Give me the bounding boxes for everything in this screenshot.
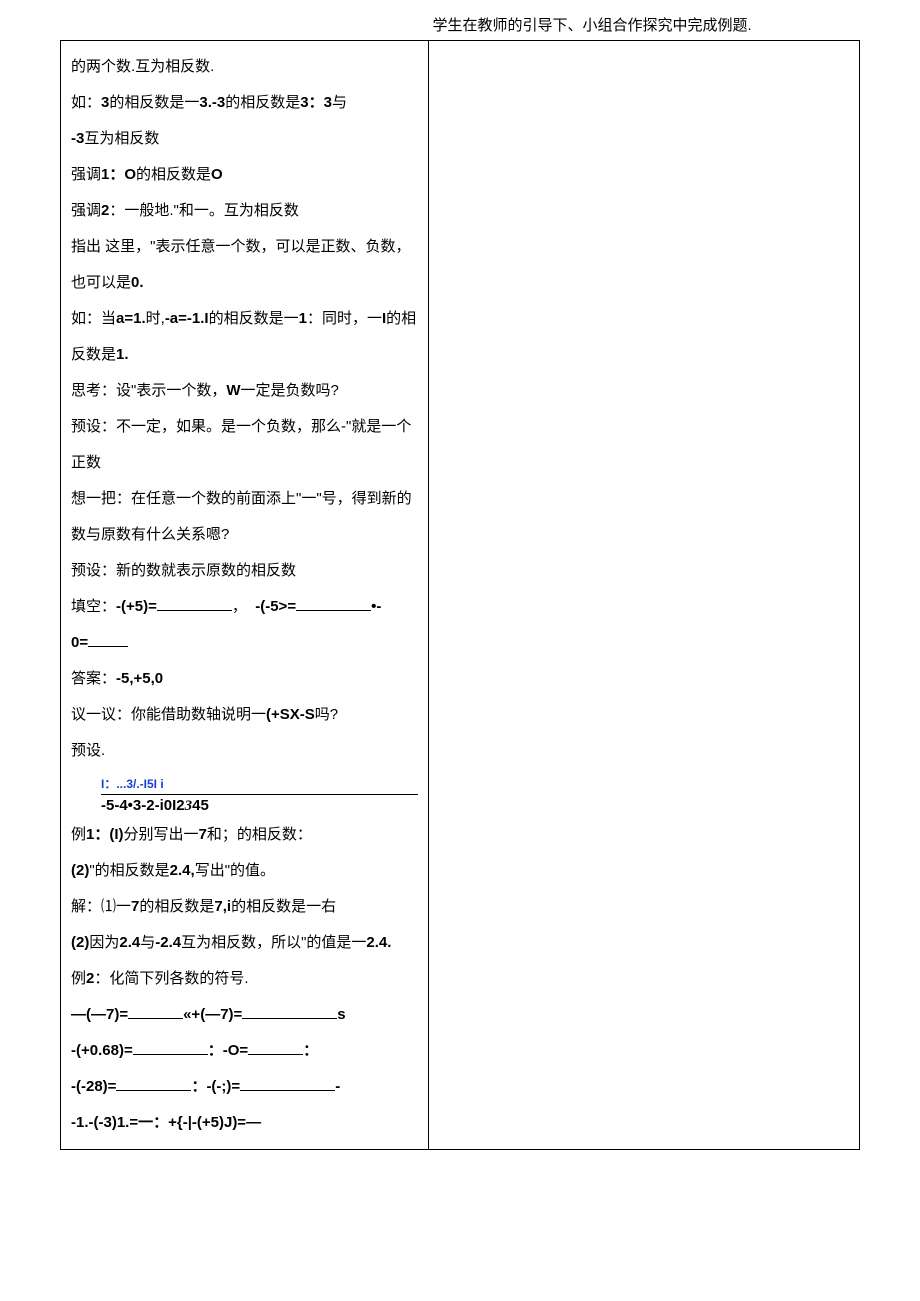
teacher-note: 学生在教师的引导下、小组合作探究中完成例题. <box>433 14 855 35</box>
text-line: -(-28)=：-(-;)=- <box>71 1069 418 1105</box>
fill-blank <box>116 1076 191 1091</box>
text-line: -3互为相反数 <box>71 121 418 157</box>
text-line: 指出 这里，"表示任意一个数，可以是正数、负数，也可以是0. <box>71 229 418 301</box>
text-line: 如：当a=1.时,-a=-1.I的相反数是一1：同时，一I的相反数是1. <box>71 301 418 373</box>
fill-blank <box>242 1004 337 1019</box>
text-line: 0= <box>71 625 418 661</box>
text-line: -1.-(-3)1.=一：+{-|-(+5)J)=— <box>71 1105 418 1141</box>
text-line: -(+0.68)=：-O=： <box>71 1033 418 1069</box>
numline-marks: I：...3/.-I5I i <box>101 775 418 795</box>
fill-blank <box>88 632 128 647</box>
text-line: (2)"的相反数是2.4,写出"的值。 <box>71 853 418 889</box>
fill-blank <box>128 1004 183 1019</box>
text-line: 强调2：一般地."和一。互为相反数 <box>71 193 418 229</box>
text-line: 填空：-(+5)=， -(-5>=•- <box>71 589 418 625</box>
text-line: 的两个数.互为相反数. <box>71 49 418 85</box>
left-cell: 的两个数.互为相反数. 如：3的相反数是一3.-3的相反数是3：3与 -3互为相… <box>61 41 429 1150</box>
text-line: —(—7)=«+(—7)=s <box>71 997 418 1033</box>
text-line: 议一议：你能借助数轴说明一(+SX-S吗? <box>71 697 418 733</box>
text-line: 如：3的相反数是一3.-3的相反数是3：3与 <box>71 85 418 121</box>
right-cell: 学生在教师的引导下、小组合作探究中完成例题. <box>428 41 859 1150</box>
text-line: 预设：新的数就表示原数的相反数 <box>71 553 418 589</box>
text-line: 预设. <box>71 733 418 769</box>
text-line: 解：⑴一7的相反数是7,i的相反数是一右 <box>71 889 418 925</box>
lesson-table: 的两个数.互为相反数. 如：3的相反数是一3.-3的相反数是3：3与 -3互为相… <box>60 40 860 1150</box>
number-line: I：...3/.-I5I i -5-4•3-2-i0I2345 <box>71 775 418 815</box>
text-line: 例1：(I)分别写出一7和；的相反数： <box>71 817 418 853</box>
text-line: 预设：不一定，如果。是一个负数，那么-"就是一个正数 <box>71 409 418 481</box>
fill-blank <box>133 1040 208 1055</box>
fill-blank <box>157 596 232 611</box>
fill-blank <box>296 596 371 611</box>
text-line: 例2：化简下列各数的符号. <box>71 961 418 997</box>
text-line: (2)因为2.4与-2.4互为相反数，所以"的值是一2.4. <box>71 925 418 961</box>
text-line: 强调1：O的相反数是O <box>71 157 418 193</box>
text-line: 答案：-5,+5,0 <box>71 661 418 697</box>
text-line: 思考：设"表示一个数，W一定是负数吗? <box>71 373 418 409</box>
numline-ticks: -5-4•3-2-i0I2345 <box>101 797 418 815</box>
fill-blank <box>248 1040 303 1055</box>
fill-blank <box>240 1076 335 1091</box>
text-line: 想一把：在任意一个数的前面添上"一"号，得到新的数与原数有什么关系嗯? <box>71 481 418 553</box>
